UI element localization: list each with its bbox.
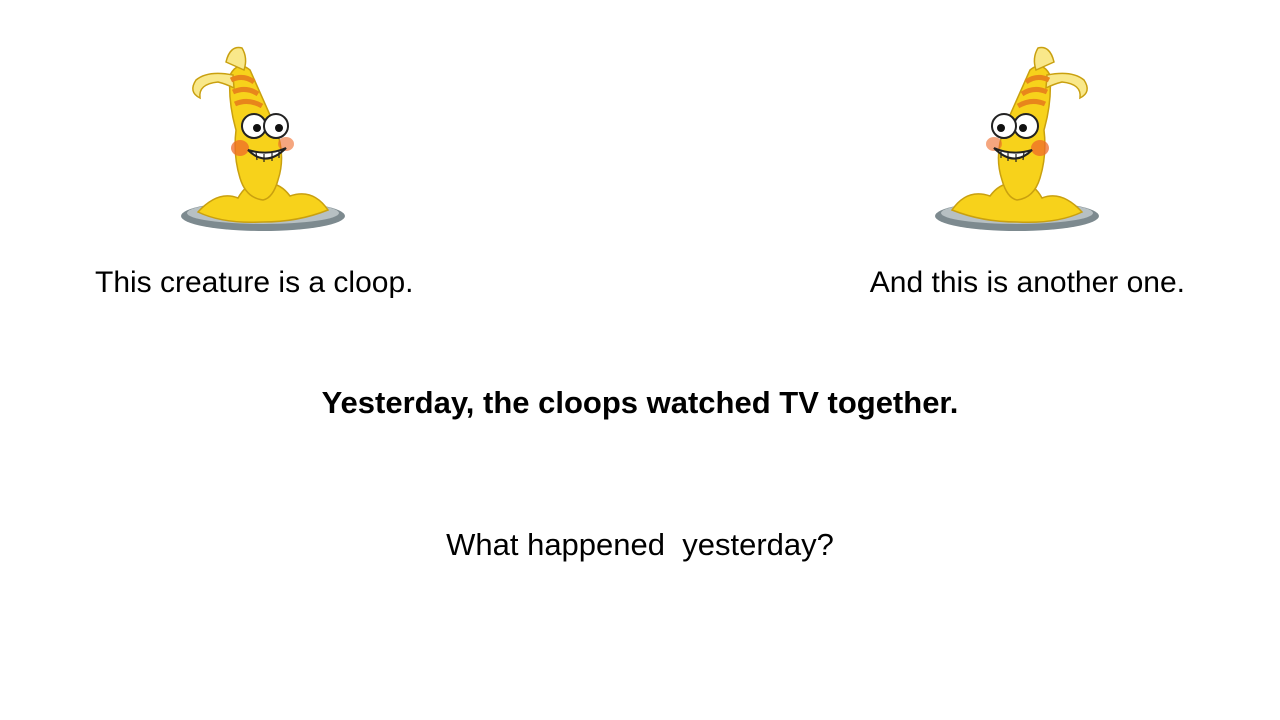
cloop-creature-icon bbox=[932, 40, 1102, 235]
caption-left: This creature is a cloop. bbox=[95, 266, 414, 299]
slide: This creature is a cloop. And this is an… bbox=[0, 0, 1280, 720]
cloop-creature-icon bbox=[178, 40, 348, 235]
question-text: What happened yesterday? bbox=[0, 526, 1280, 564]
caption-right: And this is another one. bbox=[869, 266, 1185, 299]
statement-text: Yesterday, the cloops watched TV togethe… bbox=[321, 385, 959, 420]
question-text-content: What happened yesterday? bbox=[446, 527, 834, 562]
